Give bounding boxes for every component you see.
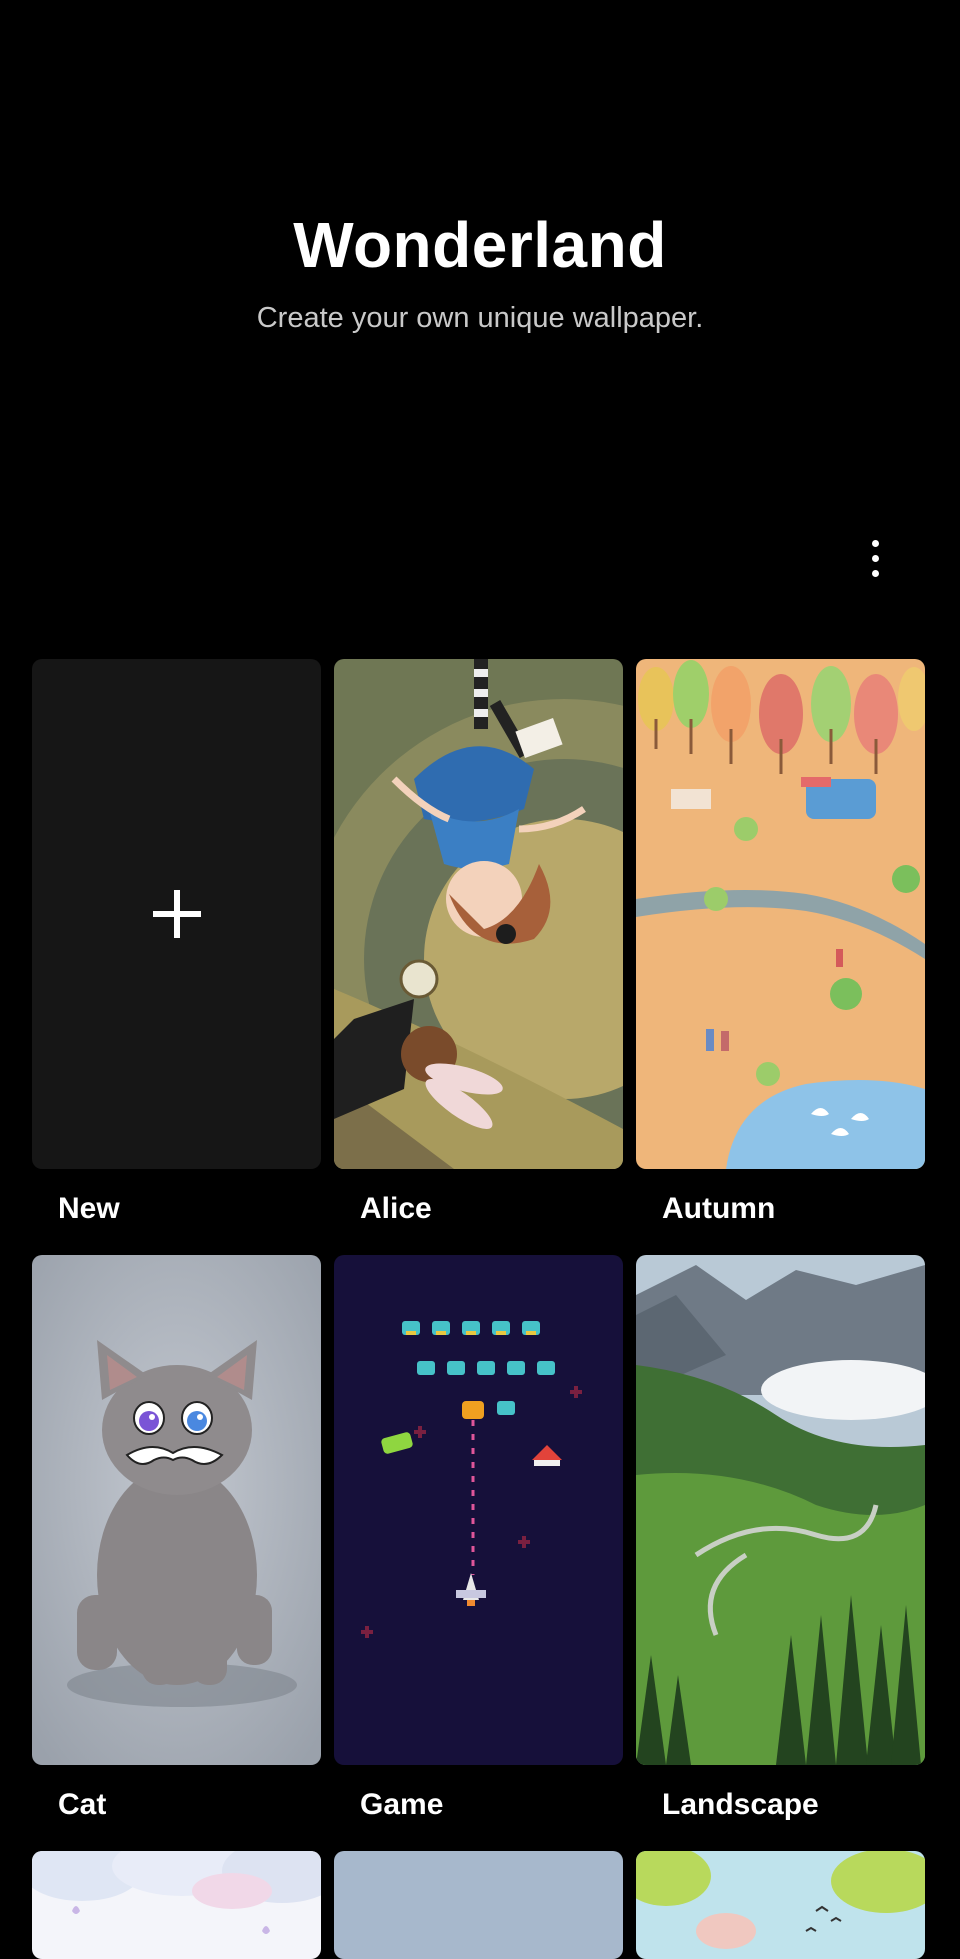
wallpaper-tile-spring[interactable] xyxy=(636,1851,925,1959)
more-vert-icon xyxy=(871,539,879,547)
alice-thumbnail[interactable] xyxy=(334,659,623,1169)
cat-thumbnail[interactable] xyxy=(32,1255,321,1765)
wallpaper-tile-autumn[interactable]: Autumn xyxy=(636,659,925,1227)
more-vert-icon-dot xyxy=(871,569,879,577)
spring-thumbnail[interactable] xyxy=(636,1851,925,1959)
wallpaper-label: Cat xyxy=(58,1788,107,1821)
sky-thumbnail[interactable] xyxy=(334,1851,623,1959)
wallpaper-tile-sky[interactable] xyxy=(334,1851,623,1959)
autumn-illustration xyxy=(636,659,925,1169)
wallpaper-label: Autumn xyxy=(662,1192,776,1225)
wallpaper-label: Alice xyxy=(360,1192,432,1225)
more-vert-icon-dot xyxy=(871,554,879,562)
wallpaper-label: Landscape xyxy=(662,1788,819,1821)
wallpaper-tile-landscape[interactable]: Landscape xyxy=(636,1255,925,1823)
wallpaper-label: New xyxy=(58,1192,120,1225)
wallpaper-tile-alice[interactable]: Alice xyxy=(334,659,623,1227)
alice-illustration xyxy=(334,659,623,1169)
wallpaper-tile-new[interactable]: New xyxy=(32,659,321,1227)
wallpaper-tile-cat[interactable]: Cat xyxy=(32,1255,321,1823)
wallpaper-tile-clouds[interactable] xyxy=(32,1851,321,1959)
plus-icon xyxy=(152,890,201,938)
wallpaper-label: Game xyxy=(360,1788,444,1821)
game-thumbnail[interactable] xyxy=(334,1255,623,1765)
clouds-thumbnail[interactable] xyxy=(32,1851,321,1959)
page-title: Wonderland xyxy=(293,209,667,281)
landscape-thumbnail[interactable] xyxy=(636,1255,925,1765)
autumn-thumbnail[interactable] xyxy=(636,659,925,1169)
clouds-illustration xyxy=(32,1851,321,1959)
wallpaper-tile-game[interactable]: Game xyxy=(334,1255,623,1823)
spring-illustration xyxy=(636,1851,925,1959)
more-options-button[interactable] xyxy=(850,528,900,588)
space-invaders-illustration xyxy=(334,1255,623,1765)
cat-photo xyxy=(32,1255,321,1765)
page-subtitle: Create your own unique wallpaper. xyxy=(256,302,704,334)
sky-illustration xyxy=(334,1851,623,1959)
page-header: Wonderland Create your own unique wallpa… xyxy=(0,205,960,336)
landscape-photo xyxy=(636,1255,925,1765)
new-wallpaper-thumbnail[interactable] xyxy=(32,659,321,1169)
